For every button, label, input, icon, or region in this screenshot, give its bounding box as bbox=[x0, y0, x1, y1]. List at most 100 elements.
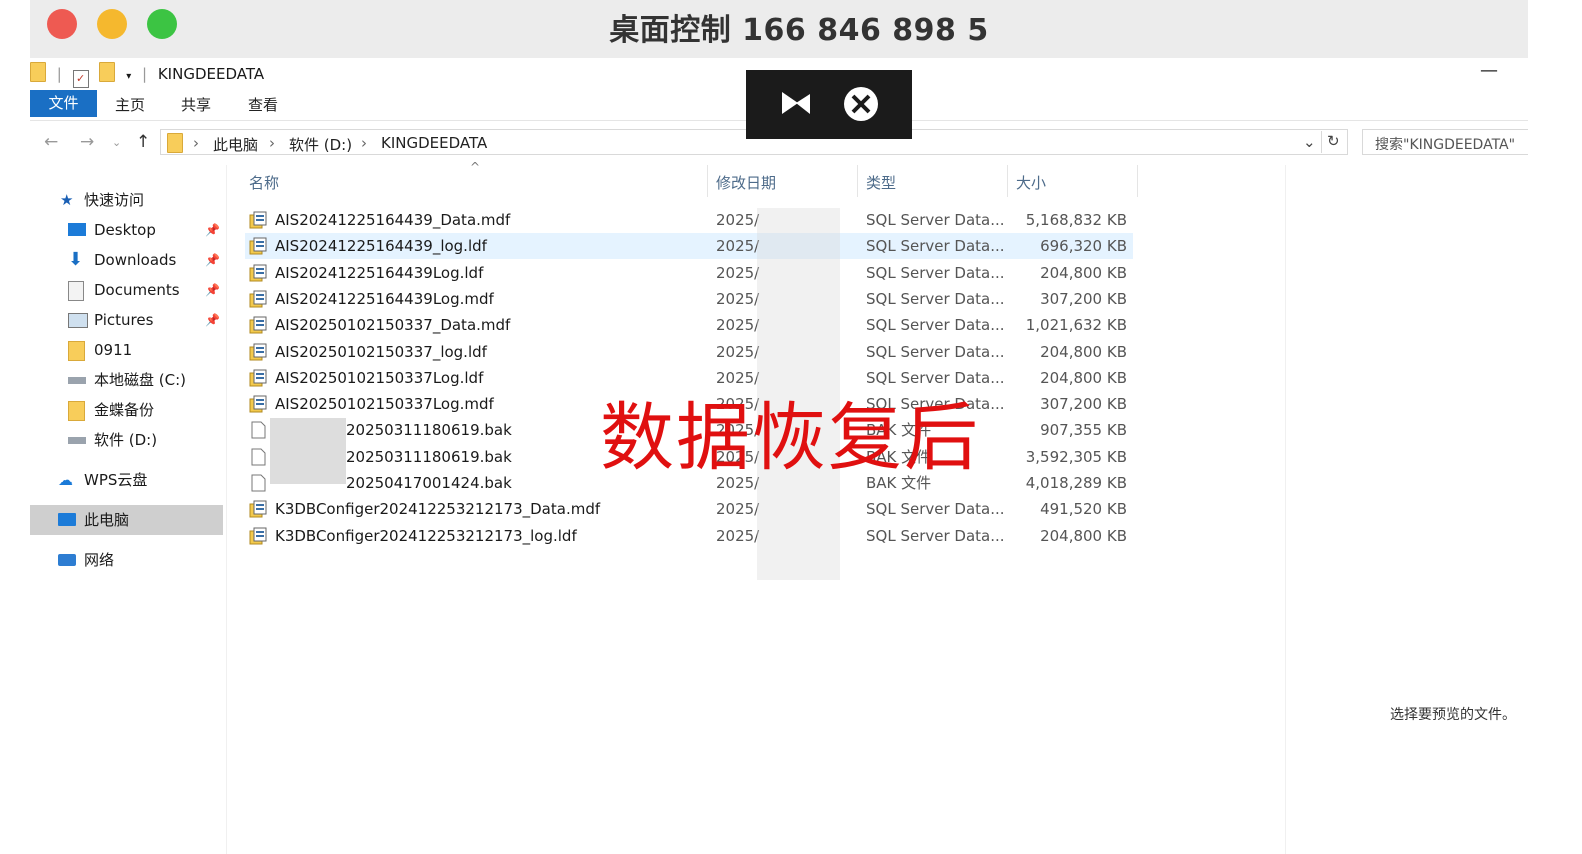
sql-database-icon bbox=[249, 395, 267, 413]
file-row[interactable]: AIS20250102150337_Data.mdf 2025/SQL Serve… bbox=[245, 312, 1133, 338]
file-row[interactable]: K3DBConfiger202412253212173_log.ldf 2025/… bbox=[245, 523, 1133, 549]
file-icon bbox=[249, 474, 267, 492]
file-size: 907,355 KB bbox=[1040, 421, 1127, 440]
file-row[interactable]: K3DBConfiger202412253212173_Data.mdf 2025… bbox=[245, 496, 1133, 522]
column-header-date[interactable]: 修改日期 bbox=[716, 172, 776, 193]
sidebar-item-d[interactable]: 软件 (D:) bbox=[30, 425, 223, 455]
sidebar-item-0911[interactable]: 0911 bbox=[30, 335, 223, 365]
download-icon: ⬇ bbox=[68, 249, 84, 270]
sidebar-item-downloads[interactable]: ⬇ Downloads 📌 bbox=[30, 245, 223, 275]
pin-icon[interactable]: 📌 bbox=[205, 215, 220, 245]
network-icon bbox=[58, 554, 76, 566]
file-name: AIS20250102150337_log.ldf bbox=[275, 342, 487, 361]
address-dropdown-icon[interactable]: ⌄ bbox=[1303, 133, 1316, 151]
column-separator[interactable] bbox=[1007, 165, 1008, 197]
breadcrumb-drive-d[interactable]: 软件 (D:) bbox=[289, 134, 352, 155]
sql-database-icon bbox=[249, 264, 267, 282]
search-input[interactable]: 搜索"KINGDEEDATA" bbox=[1362, 129, 1528, 155]
breadcrumb-separator: › bbox=[269, 134, 275, 152]
column-separator[interactable] bbox=[707, 165, 708, 197]
tab-view[interactable]: 查看 bbox=[248, 94, 278, 115]
sidebar-item-label: Desktop bbox=[94, 221, 156, 239]
file-name: 20250311180619.bak bbox=[346, 421, 512, 440]
file-name: K3DBConfiger202412253212173_log.ldf bbox=[275, 526, 577, 545]
sidebar-wps-cloud[interactable]: ☁ WPS云盘 bbox=[30, 465, 223, 495]
file-name: AIS20241225164439_log.ldf bbox=[275, 237, 487, 256]
sidebar-item-label: Downloads bbox=[94, 251, 177, 269]
up-arrow-icon[interactable]: ↑ bbox=[136, 132, 150, 152]
file-row[interactable]: AIS20250102150337_log.ldf 2025/SQL Server… bbox=[245, 339, 1133, 365]
computer-icon bbox=[58, 513, 76, 526]
file-row[interactable]: AIS20241225164439Log.mdf 2025/SQL Server … bbox=[245, 286, 1133, 312]
file-name: AIS20241225164439Log.mdf bbox=[275, 289, 494, 308]
recent-locations-icon[interactable]: ⌄ bbox=[112, 136, 121, 149]
forward-arrow-icon[interactable]: → bbox=[80, 132, 94, 152]
sidebar-this-pc[interactable]: 此电脑 bbox=[30, 505, 223, 535]
sidebar-item-desktop[interactable]: Desktop 📌 bbox=[30, 215, 223, 245]
tab-file[interactable]: 文件 bbox=[30, 90, 97, 117]
sidebar-network[interactable]: 网络 bbox=[30, 545, 223, 575]
name-mosaic bbox=[270, 418, 346, 484]
sql-database-icon bbox=[249, 369, 267, 387]
breadcrumb-this-pc[interactable]: 此电脑 bbox=[213, 134, 258, 155]
new-folder-icon[interactable] bbox=[99, 62, 116, 82]
file-row[interactable]: AIS20241225164439_log.ldf 2025/SQL Server… bbox=[245, 233, 1133, 260]
file-type: SQL Server Data... bbox=[866, 526, 1005, 545]
sidebar-item-label: 0911 bbox=[94, 341, 133, 359]
breadcrumb-current-folder[interactable]: KINGDEEDATA bbox=[381, 134, 487, 152]
file-name: K3DBConfiger202412253212173_Data.mdf bbox=[275, 500, 601, 519]
pin-icon[interactable]: 📌 bbox=[205, 245, 220, 275]
preview-pane-divider bbox=[1285, 165, 1286, 854]
sql-database-icon bbox=[249, 237, 267, 255]
address-divider bbox=[1321, 131, 1322, 153]
collapse-arrow-icon[interactable] bbox=[782, 92, 810, 114]
column-header-name[interactable]: 名称 bbox=[249, 172, 279, 193]
file-size: 1,021,632 KB bbox=[1025, 316, 1127, 335]
folder-icon bbox=[167, 133, 183, 153]
sidebar-item-documents[interactable]: Documents 📌 bbox=[30, 275, 223, 305]
tab-home[interactable]: 主页 bbox=[115, 94, 145, 115]
file-name: AIS20250102150337Log.mdf bbox=[275, 395, 494, 414]
close-circle-icon[interactable] bbox=[844, 87, 878, 121]
sidebar-item-label: 本地磁盘 (C:) bbox=[94, 371, 186, 389]
breadcrumb-separator: › bbox=[193, 134, 199, 152]
star-icon: ★ bbox=[60, 191, 74, 209]
quick-access-toolbar: | ✓ ▾ | KINGDEEDATA bbox=[30, 62, 264, 88]
sql-database-icon bbox=[249, 316, 267, 334]
file-row[interactable]: AIS20241225164439_Data.mdf 2025/SQL Serve… bbox=[245, 207, 1133, 233]
pin-icon[interactable]: 📌 bbox=[205, 275, 220, 305]
remote-control-overlay bbox=[746, 70, 912, 139]
column-separator[interactable] bbox=[857, 165, 858, 197]
desktop-icon bbox=[68, 223, 86, 236]
file-size: 696,320 KB bbox=[1040, 237, 1127, 256]
column-header-type[interactable]: 类型 bbox=[866, 172, 896, 193]
file-size: 204,800 KB bbox=[1040, 368, 1127, 387]
preview-pane-message: 选择要预览的文件。 bbox=[1390, 707, 1516, 723]
sort-up-icon: ^ bbox=[470, 160, 481, 174]
properties-icon[interactable]: ✓ bbox=[72, 70, 89, 88]
file-type: SQL Server Data... bbox=[866, 237, 1005, 256]
tab-share[interactable]: 共享 bbox=[181, 94, 211, 115]
sql-database-icon bbox=[249, 343, 267, 361]
file-name: AIS20250102150337Log.ldf bbox=[275, 368, 484, 387]
minimize-icon[interactable]: — bbox=[1480, 60, 1498, 81]
sidebar-item-[interactable]: 金蝶备份 bbox=[30, 395, 223, 425]
file-size: 307,200 KB bbox=[1040, 395, 1127, 414]
file-icon bbox=[249, 421, 267, 439]
pin-icon[interactable]: 📌 bbox=[205, 305, 220, 335]
customize-toolbar-icon[interactable]: ▾ bbox=[126, 71, 131, 82]
sidebar-item-pictures[interactable]: Pictures 📌 bbox=[30, 305, 223, 335]
pictures-icon bbox=[68, 313, 88, 328]
file-row[interactable]: AIS20241225164439Log.ldf 2025/SQL Server … bbox=[245, 260, 1133, 286]
file-date: 2025/ bbox=[716, 526, 760, 545]
folder-icon[interactable] bbox=[30, 62, 46, 82]
back-arrow-icon[interactable]: ← bbox=[44, 132, 58, 152]
column-separator[interactable] bbox=[1137, 165, 1138, 197]
sidebar-quick-access[interactable]: ★ 快速访问 bbox=[30, 185, 223, 215]
sidebar-item-c[interactable]: 本地磁盘 (C:) bbox=[30, 365, 223, 395]
column-header-size[interactable]: 大小 bbox=[1016, 172, 1046, 193]
drive-icon bbox=[68, 437, 86, 444]
folder-icon bbox=[68, 341, 85, 361]
refresh-icon[interactable]: ↻ bbox=[1327, 132, 1340, 150]
file-size: 3,592,305 KB bbox=[1025, 447, 1127, 466]
